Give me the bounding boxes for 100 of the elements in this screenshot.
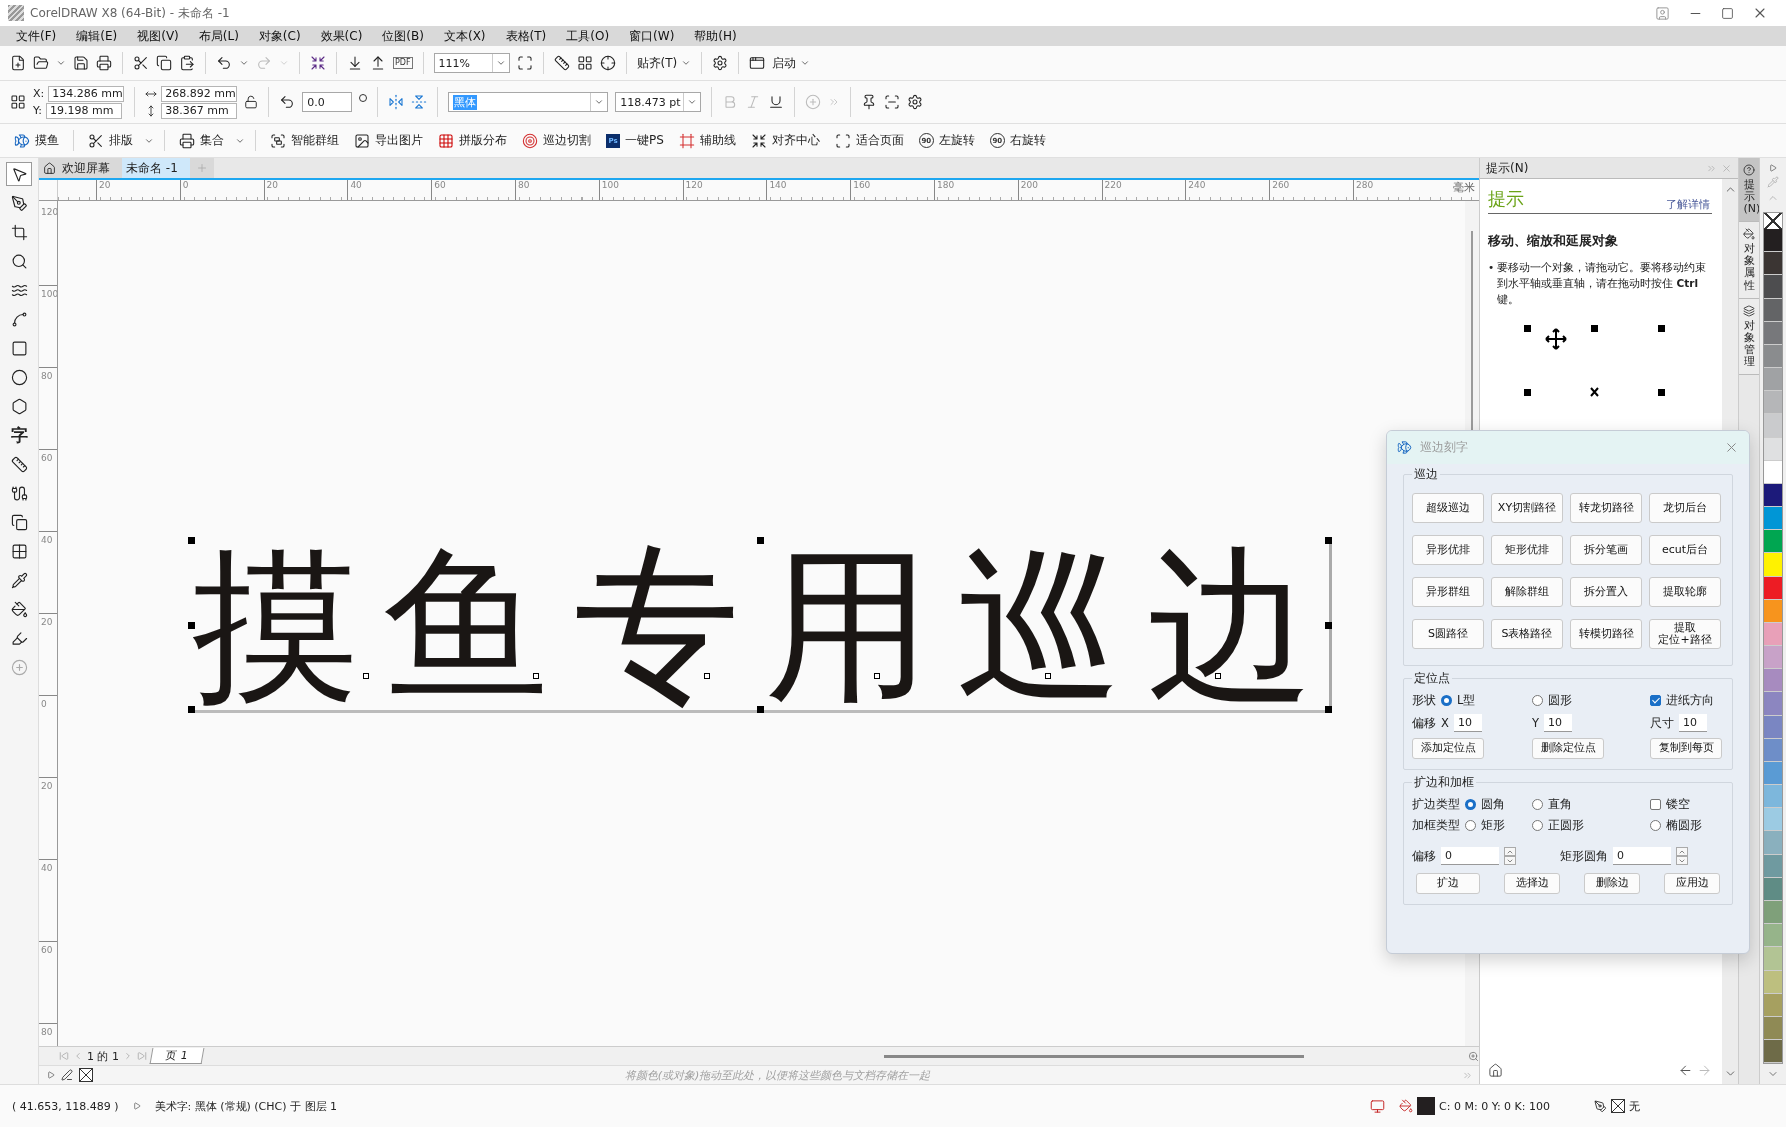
radio-button[interactable]: [1532, 799, 1543, 810]
node-handle[interactable]: [533, 672, 540, 679]
action-button[interactable]: ecut后台: [1649, 535, 1721, 565]
fish-icon[interactable]: [1397, 440, 1412, 455]
color-swatch[interactable]: [1764, 414, 1782, 438]
color-swatch[interactable]: [1764, 321, 1782, 345]
action-button[interactable]: 扩边: [1416, 873, 1480, 894]
image-icon[interactable]: [354, 132, 370, 149]
lock-icon[interactable]: [244, 95, 259, 109]
printer-icon[interactable]: [96, 55, 112, 71]
radio-button[interactable]: [1441, 695, 1452, 706]
underline-icon[interactable]: [768, 94, 785, 110]
color-swatch[interactable]: [1764, 761, 1782, 786]
crosshair-icon[interactable]: [599, 55, 616, 71]
no-color-swatch[interactable]: [79, 1068, 93, 1082]
toolbar-button[interactable]: 智能群组: [266, 130, 343, 151]
color-swatch[interactable]: [1764, 229, 1782, 253]
color-swatch[interactable]: [1764, 252, 1782, 276]
menu-item[interactable]: 效果(C): [310, 27, 373, 45]
pen-icon[interactable]: [1594, 1099, 1607, 1113]
color-swatch[interactable]: [1764, 460, 1782, 484]
color-swatch[interactable]: [1764, 507, 1782, 531]
menu-item[interactable]: 布局(L): [188, 27, 249, 45]
caret-icon[interactable]: [239, 58, 249, 68]
group-icon[interactable]: [270, 132, 286, 149]
close-icon[interactable]: [1724, 440, 1739, 455]
back-icon[interactable]: [1678, 1063, 1693, 1078]
caret-icon[interactable]: [681, 58, 692, 68]
menu-item[interactable]: 表格(T): [495, 27, 557, 45]
caret-icon[interactable]: [594, 97, 605, 107]
action-button[interactable]: 提取轮廓: [1649, 577, 1721, 607]
document-tab[interactable]: 欢迎屏幕: [39, 158, 122, 178]
checkbox[interactable]: [1650, 695, 1661, 706]
menu-item[interactable]: 文件(F): [6, 27, 67, 45]
settings-icon[interactable]: [712, 55, 729, 71]
input-field[interactable]: 10: [1453, 714, 1482, 732]
color-swatch[interactable]: [1764, 715, 1782, 739]
y-position-field[interactable]: 19.198 mm: [45, 102, 122, 119]
toolbar-button[interactable]: 摸鱼: [10, 130, 63, 151]
triangle-icon[interactable]: [1769, 164, 1777, 172]
scan-icon[interactable]: [884, 94, 901, 110]
import-icon[interactable]: [347, 55, 363, 71]
node-handle[interactable]: [1215, 672, 1222, 679]
printer-icon[interactable]: [179, 132, 195, 149]
selection-handle[interactable]: [756, 537, 764, 544]
color-swatch[interactable]: [1764, 275, 1782, 299]
color-swatch[interactable]: [1764, 877, 1782, 901]
node-handle[interactable]: [874, 672, 881, 679]
scrollbar-thumb[interactable]: [884, 1054, 1304, 1058]
action-button[interactable]: 异形群组: [1412, 577, 1484, 607]
rotation-field[interactable]: 0.0: [302, 92, 353, 112]
help-icon[interactable]: [1743, 164, 1755, 176]
ruler-icon[interactable]: [553, 55, 570, 71]
color-swatch[interactable]: [1764, 924, 1782, 948]
node-handle[interactable]: [703, 672, 710, 679]
color-swatch[interactable]: [1764, 970, 1782, 994]
toolbar-button[interactable]: 排版: [84, 130, 137, 151]
input-field[interactable]: 0: [1613, 847, 1671, 865]
new-document-icon[interactable]: [10, 55, 26, 71]
selection-handle[interactable]: [188, 537, 195, 544]
action-button[interactable]: 拆分笔画: [1570, 535, 1642, 565]
frame-icon[interactable]: [678, 132, 695, 149]
scissors-icon[interactable]: [88, 132, 104, 149]
color-swatch[interactable]: [1764, 1040, 1782, 1064]
action-button[interactable]: 转模切路径: [1570, 619, 1642, 649]
color-swatch[interactable]: [1764, 993, 1782, 1017]
fish-icon[interactable]: [14, 132, 30, 149]
action-button[interactable]: 添加定位点: [1412, 738, 1484, 759]
fill-icon[interactable]: [1399, 1099, 1414, 1113]
color-swatch[interactable]: [1764, 831, 1782, 855]
menu-item[interactable]: 对象(C): [248, 27, 311, 45]
menu-item[interactable]: 工具(O): [556, 27, 620, 45]
shrink-icon[interactable]: [750, 132, 767, 149]
action-button[interactable]: 删除边: [1584, 873, 1640, 894]
pen-icon[interactable]: [61, 1069, 73, 1081]
action-button[interactable]: 转龙切路径: [1570, 493, 1642, 523]
color-swatch[interactable]: [1764, 391, 1782, 415]
node-handle[interactable]: [1044, 672, 1051, 679]
color-swatch[interactable]: [1764, 622, 1782, 647]
export-icon[interactable]: [370, 55, 386, 71]
color-swatch[interactable]: [1764, 646, 1782, 670]
document-tab[interactable]: 未命名 -1: [122, 158, 190, 178]
save-icon[interactable]: [73, 55, 89, 71]
handles-grid-icon[interactable]: [10, 94, 26, 110]
selection-handle[interactable]: [1325, 621, 1332, 629]
color-swatch[interactable]: [1764, 576, 1782, 600]
menu-item[interactable]: 窗口(W): [619, 27, 685, 45]
color-swatch[interactable]: [1764, 298, 1782, 322]
radio-button[interactable]: [1532, 820, 1543, 831]
toolbar-button[interactable]: 导出图片: [350, 130, 427, 151]
radio-button[interactable]: [1532, 695, 1543, 706]
mirror-vertical-icon[interactable]: [411, 94, 428, 110]
color-swatch[interactable]: [1764, 808, 1782, 832]
docker-tab[interactable]: 对象管理: [1739, 298, 1759, 376]
scissors-icon[interactable]: [133, 55, 149, 71]
action-button[interactable]: 删除定位点: [1532, 738, 1604, 759]
home-icon[interactable]: [1488, 1063, 1503, 1078]
pdf-label[interactable]: PDF: [393, 57, 413, 69]
caret-icon[interactable]: [495, 58, 506, 68]
zoom-dropdown[interactable]: 111%: [433, 53, 510, 73]
